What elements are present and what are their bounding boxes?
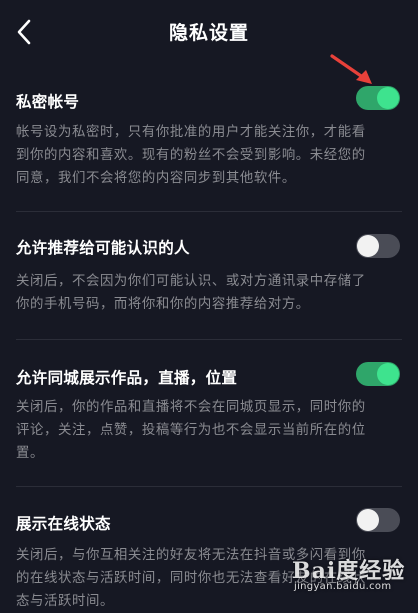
section-divider	[16, 211, 402, 212]
toggle-knob	[377, 363, 399, 385]
description-line: 到你的内容和喜欢。现有的粉丝不会受到影响。未经您的	[16, 148, 366, 163]
setting-description: 关闭后，不会因为你们可能认识、或对方通讯录中存储了 你的手机号码，而将你和你的内…	[16, 270, 402, 316]
private-account-toggle[interactable]	[356, 86, 400, 110]
section-divider	[16, 486, 402, 487]
setting-description: 关闭后，你的作品和直播将不会在同城页显示，同时你的 评论，关注，点赞，投稿等行为…	[16, 396, 402, 465]
red-arrow-icon	[330, 54, 372, 84]
recommend-toggle[interactable]	[356, 234, 400, 258]
local-display-toggle[interactable]	[356, 362, 400, 386]
description-line: 关闭后，你的作品和直播将不会在同城页显示，同时你的	[16, 400, 366, 415]
setting-title: 允许同城展示作品，直播，位置	[16, 369, 238, 387]
setting-description: 帐号设为私密时，只有你批准的用户才能关注你，才能看 到你的内容和喜欢。现有的粉丝…	[16, 121, 402, 190]
description-line: 评论，关注，点赞，投稿等行为也不会显示当前所在的位	[16, 423, 366, 438]
section-divider	[16, 339, 402, 340]
watermark: Bai度经验 jingyan.baidu.com	[292, 553, 412, 599]
online-status-toggle[interactable]	[356, 508, 400, 532]
description-line: 置。	[16, 446, 44, 461]
page-title: 隐私设置	[168, 22, 249, 44]
description-line: 你的手机号码，而将你和你的内容推荐给对方。	[16, 297, 310, 312]
description-line: 关闭后，不会因为你们可能认识、或对方通讯录中存储了	[16, 274, 366, 289]
setting-title: 展示在线状态	[16, 515, 111, 533]
toggle-knob	[357, 235, 379, 257]
setting-title: 允许推荐给可能认识的人	[16, 239, 190, 257]
toggle-knob	[357, 509, 379, 531]
watermark-url: jingyan.baidu.com	[294, 581, 392, 592]
setting-title: 私密帐号	[16, 93, 80, 111]
toggle-knob	[377, 87, 399, 109]
description-line: 帐号设为私密时，只有你批准的用户才能关注你，才能看	[16, 125, 366, 140]
description-line: 同意，我们不会将您的内容同步到其他软件。	[16, 171, 296, 186]
